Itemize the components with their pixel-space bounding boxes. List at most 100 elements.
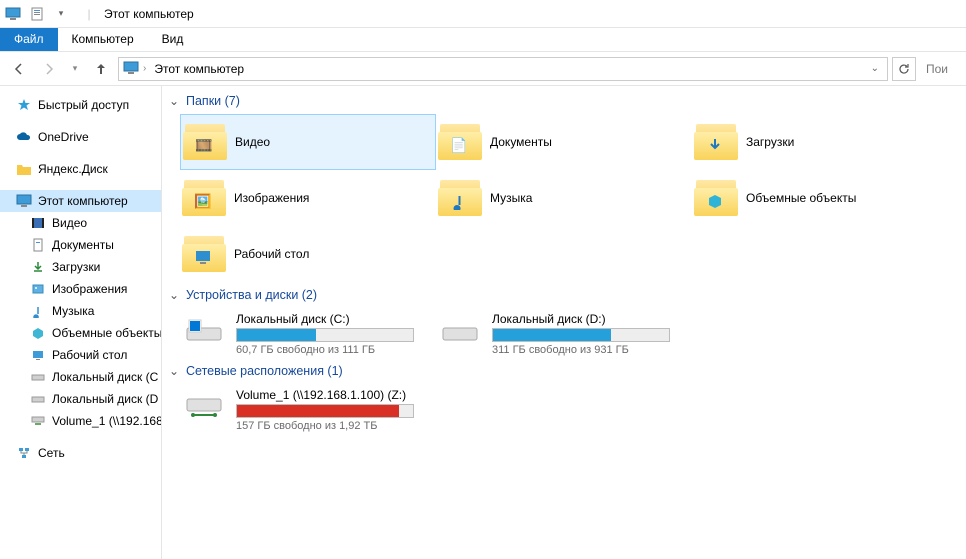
sidebar-item-label: OneDrive bbox=[38, 130, 89, 144]
drive-name: Локальный диск (C:) bbox=[236, 312, 414, 326]
folder-icon bbox=[694, 122, 738, 162]
sidebar-item-label: Быстрый доступ bbox=[38, 98, 129, 112]
drive-sub: 60,7 ГБ свободно из 111 ГБ bbox=[236, 344, 414, 356]
sidebar-item-quick[interactable]: Быстрый доступ bbox=[0, 94, 161, 116]
section-network[interactable]: ⌄ Сетевые расположения (1) bbox=[168, 364, 960, 378]
sidebar-item-label: Локальный диск (D bbox=[52, 392, 158, 406]
chevron-down-icon: ⌄ bbox=[168, 364, 180, 378]
navbar: ▾ › Этот компьютер ⌄ Пои bbox=[0, 52, 966, 86]
usage-bar-d bbox=[493, 329, 611, 341]
folder-label: Изображения bbox=[234, 191, 309, 205]
usage-bar bbox=[236, 404, 414, 418]
folder-docs[interactable]: 📄 Документы bbox=[436, 114, 692, 170]
section-title: Устройства и диски (2) bbox=[186, 288, 317, 302]
sidebar-item-vol[interactable]: Volume_1 (\\192.168 bbox=[0, 410, 161, 432]
cloud-icon bbox=[16, 129, 32, 145]
sidebar-item-label: Яндекс.Диск bbox=[38, 162, 108, 176]
usage-bar-z bbox=[237, 405, 399, 417]
address-bar[interactable]: › Этот компьютер ⌄ bbox=[118, 57, 888, 81]
divider-icon: | bbox=[80, 5, 98, 23]
sidebar-item-video[interactable]: Видео bbox=[0, 212, 161, 234]
folder-label: Объемные объекты bbox=[746, 191, 856, 205]
sidebar-item-label: Загрузки bbox=[52, 260, 100, 274]
refresh-button[interactable] bbox=[892, 57, 916, 81]
music-icon bbox=[30, 303, 46, 319]
sidebar-item-music[interactable]: Музыка bbox=[0, 300, 161, 322]
sidebar-item-label: Документы bbox=[52, 238, 114, 252]
usage-bar-c bbox=[237, 329, 316, 341]
sidebar-item-images[interactable]: Изображения bbox=[0, 278, 161, 300]
folder-icon bbox=[438, 178, 482, 218]
sidebar-item-docs[interactable]: Документы bbox=[0, 234, 161, 256]
sidebar-item-ldc[interactable]: Локальный диск (C bbox=[0, 366, 161, 388]
search-input[interactable]: Пои bbox=[920, 57, 960, 81]
properties-icon[interactable] bbox=[28, 5, 46, 23]
qat-dropdown-icon[interactable]: ▾ bbox=[52, 5, 70, 23]
section-drives[interactable]: ⌄ Устройства и диски (2) bbox=[168, 288, 960, 302]
folder-icon: 🎞️ bbox=[183, 122, 227, 162]
sidebar: Быстрый доступ OneDrive Яндекс.Диск Этот… bbox=[0, 86, 162, 559]
drive-z[interactable]: Volume_1 (\\192.168.1.100) (Z:) 157 ГБ с… bbox=[180, 384, 436, 436]
window-title: Этот компьютер bbox=[104, 7, 194, 21]
sidebar-item-onedrive[interactable]: OneDrive bbox=[0, 126, 161, 148]
folder-music[interactable]: Музыка bbox=[436, 170, 692, 226]
address-pc-icon bbox=[123, 61, 139, 77]
sidebar-item-yadisk[interactable]: Яндекс.Диск bbox=[0, 158, 161, 180]
drive-icon bbox=[30, 391, 46, 407]
section-folders[interactable]: ⌄ Папки (7) bbox=[168, 94, 960, 108]
sidebar-item-downloads[interactable]: Загрузки bbox=[0, 256, 161, 278]
main-content: ⌄ Папки (7) 🎞️ Видео 📄 Документы Загрузк… bbox=[162, 86, 966, 559]
folder-label: Видео bbox=[235, 135, 270, 149]
sidebar-item-label: Локальный диск (C bbox=[52, 370, 158, 384]
folder-icon bbox=[694, 178, 738, 218]
desktop-icon bbox=[192, 248, 214, 266]
usage-bar bbox=[236, 328, 414, 342]
back-button[interactable] bbox=[6, 56, 32, 82]
folder-downloads[interactable]: Загрузки bbox=[692, 114, 948, 170]
folder-icon: 🖼️ bbox=[182, 178, 226, 218]
document-icon: 📄 bbox=[448, 136, 470, 154]
folder-label: Музыка bbox=[490, 191, 532, 205]
folder-video[interactable]: 🎞️ Видео bbox=[180, 114, 436, 170]
sidebar-item-objects[interactable]: Объемные объекты bbox=[0, 322, 161, 344]
sidebar-item-ldd[interactable]: Локальный диск (D bbox=[0, 388, 161, 410]
sidebar-item-label: Рабочий стол bbox=[52, 348, 127, 362]
folder-icon bbox=[16, 161, 32, 177]
up-button[interactable] bbox=[88, 56, 114, 82]
network-drive-icon bbox=[30, 413, 46, 429]
drive-c[interactable]: Локальный диск (C:) 60,7 ГБ свободно из … bbox=[180, 308, 436, 360]
document-icon bbox=[30, 237, 46, 253]
music-icon bbox=[448, 192, 470, 210]
sidebar-item-network[interactable]: Сеть bbox=[0, 442, 161, 464]
drive-icon bbox=[30, 369, 46, 385]
desktop-icon bbox=[30, 347, 46, 363]
titlebar: ▾ | Этот компьютер bbox=[0, 0, 966, 28]
folder-images[interactable]: 🖼️ Изображения bbox=[180, 170, 436, 226]
sidebar-item-desktop[interactable]: Рабочий стол bbox=[0, 344, 161, 366]
network-icon bbox=[16, 445, 32, 461]
image-icon bbox=[30, 281, 46, 297]
breadcrumb[interactable]: Этот компьютер bbox=[150, 62, 248, 76]
drive-d[interactable]: Локальный диск (D:) 311 ГБ свободно из 9… bbox=[436, 308, 692, 360]
forward-button[interactable] bbox=[36, 56, 62, 82]
film-icon bbox=[30, 215, 46, 231]
folder-desktop[interactable]: Рабочий стол bbox=[180, 226, 436, 282]
folder-objects[interactable]: Объемные объекты bbox=[692, 170, 948, 226]
drive-sub: 157 ГБ свободно из 1,92 ТБ bbox=[236, 420, 414, 432]
tab-view[interactable]: Вид bbox=[148, 28, 198, 51]
folder-label: Рабочий стол bbox=[234, 247, 309, 261]
sidebar-item-label: Этот компьютер bbox=[38, 194, 128, 208]
sidebar-item-label: Volume_1 (\\192.168 bbox=[52, 414, 161, 428]
chevron-down-icon: ⌄ bbox=[168, 94, 180, 108]
address-dropdown-icon[interactable]: ⌄ bbox=[867, 63, 883, 74]
tab-computer[interactable]: Компьютер bbox=[58, 28, 148, 51]
download-icon bbox=[704, 136, 726, 154]
recent-dropdown[interactable]: ▾ bbox=[66, 56, 84, 82]
drive-name: Локальный диск (D:) bbox=[492, 312, 670, 326]
tab-file[interactable]: Файл bbox=[0, 28, 58, 51]
sidebar-item-label: Объемные объекты bbox=[52, 326, 161, 340]
breadcrumb-sep-icon: › bbox=[143, 63, 146, 74]
star-icon bbox=[16, 97, 32, 113]
sidebar-item-thispc[interactable]: Этот компьютер bbox=[0, 190, 161, 212]
film-icon: 🎞️ bbox=[193, 136, 215, 154]
